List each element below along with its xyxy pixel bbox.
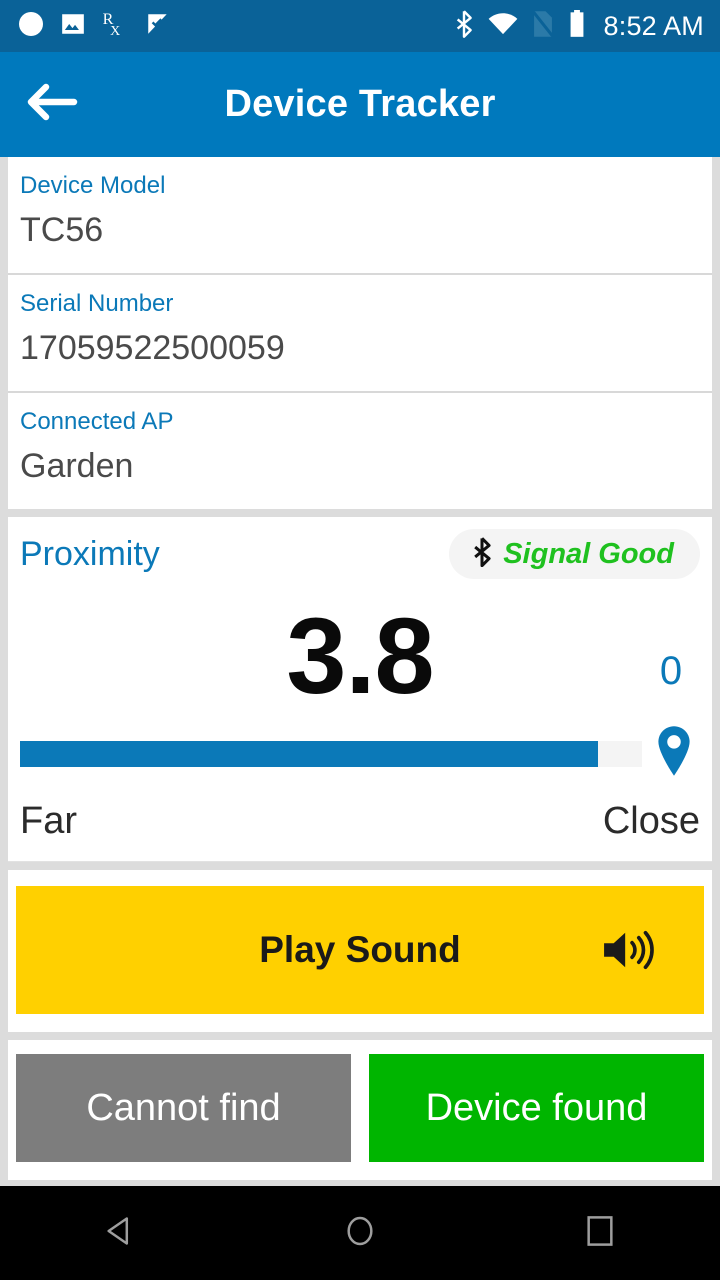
- bluetooth-icon: [453, 9, 475, 43]
- scale-close-label: Close: [602, 800, 700, 842]
- android-navigation-bar: [0, 1186, 720, 1280]
- play-sound-card: Play Sound: [8, 870, 712, 1032]
- sim-card-off-icon: [531, 10, 555, 43]
- proximity-progress-track: [20, 740, 642, 767]
- back-button[interactable]: [0, 52, 104, 157]
- proximity-header: Proximity Signal Good: [20, 529, 700, 579]
- wifi-icon: [488, 12, 518, 41]
- device-model-card: Device Model TC56: [8, 157, 712, 275]
- signal-status-text: Signal Good: [503, 537, 674, 570]
- cannot-find-button[interactable]: Cannot find: [16, 1054, 351, 1162]
- status-bar-right-icons: 8:52 AM: [453, 9, 704, 43]
- proximity-value: 3.8: [286, 595, 434, 716]
- nav-home-button[interactable]: [300, 1186, 420, 1280]
- action-buttons-card: Cannot find Device found: [8, 1040, 712, 1180]
- signal-status-badge: Signal Good: [449, 529, 700, 579]
- check-flag-icon: [145, 11, 171, 42]
- scale-far-label: Far: [20, 800, 77, 842]
- back-arrow-icon: [24, 79, 80, 130]
- image-icon: [60, 11, 86, 42]
- circle-icon: [18, 11, 44, 42]
- serial-number-label: Serial Number: [20, 290, 174, 317]
- bluetooth-icon: [471, 536, 493, 572]
- pin-indicator: [648, 725, 700, 782]
- status-bar-clock: 8:52 AM: [603, 10, 704, 41]
- proximity-progress-fill: [20, 740, 599, 767]
- nav-back-icon: [103, 1214, 137, 1253]
- serial-number-card: Serial Number 17059522500059: [8, 275, 712, 393]
- app-bar: Device Tracker: [0, 52, 720, 157]
- play-sound-label: Play Sound: [259, 929, 461, 970]
- main-content: Device Model TC56 Serial Number 17059522…: [0, 157, 720, 1180]
- device-model-label: Device Model: [20, 172, 166, 199]
- nav-recents-button[interactable]: [540, 1186, 660, 1280]
- speaker-volume-icon: [600, 927, 658, 973]
- nav-recents-icon: [585, 1214, 615, 1253]
- serial-number-value: 17059522500059: [20, 329, 285, 367]
- status-bar-left-icons: R X: [18, 10, 171, 43]
- device-model-value: TC56: [20, 211, 104, 249]
- proximity-label: Proximity: [20, 534, 160, 573]
- battery-icon: [568, 9, 586, 43]
- proximity-scale: Far Close: [20, 800, 700, 843]
- page-title: Device Tracker: [224, 83, 496, 125]
- play-sound-button[interactable]: Play Sound: [16, 886, 704, 1014]
- connected-ap-value: Garden: [20, 447, 134, 485]
- proximity-card: Proximity Signal Good 3.8 0 Far Close: [8, 517, 712, 862]
- svg-text:X: X: [110, 23, 120, 37]
- prescription-rx-icon: R X: [102, 10, 129, 43]
- nav-home-icon: [343, 1214, 377, 1253]
- device-found-button[interactable]: Device found: [369, 1054, 704, 1162]
- pin-count-value: 0: [659, 649, 683, 693]
- connected-ap-card: Connected AP Garden: [8, 393, 712, 509]
- nav-back-button[interactable]: [60, 1186, 180, 1280]
- location-pin-icon: [654, 725, 694, 782]
- proximity-meter: 0: [20, 651, 700, 782]
- connected-ap-label: Connected AP: [20, 408, 174, 435]
- phone-screen: R X 8:52 AM Device Tracker Device Model …: [0, 0, 720, 1280]
- status-bar: R X 8:52 AM: [0, 0, 720, 52]
